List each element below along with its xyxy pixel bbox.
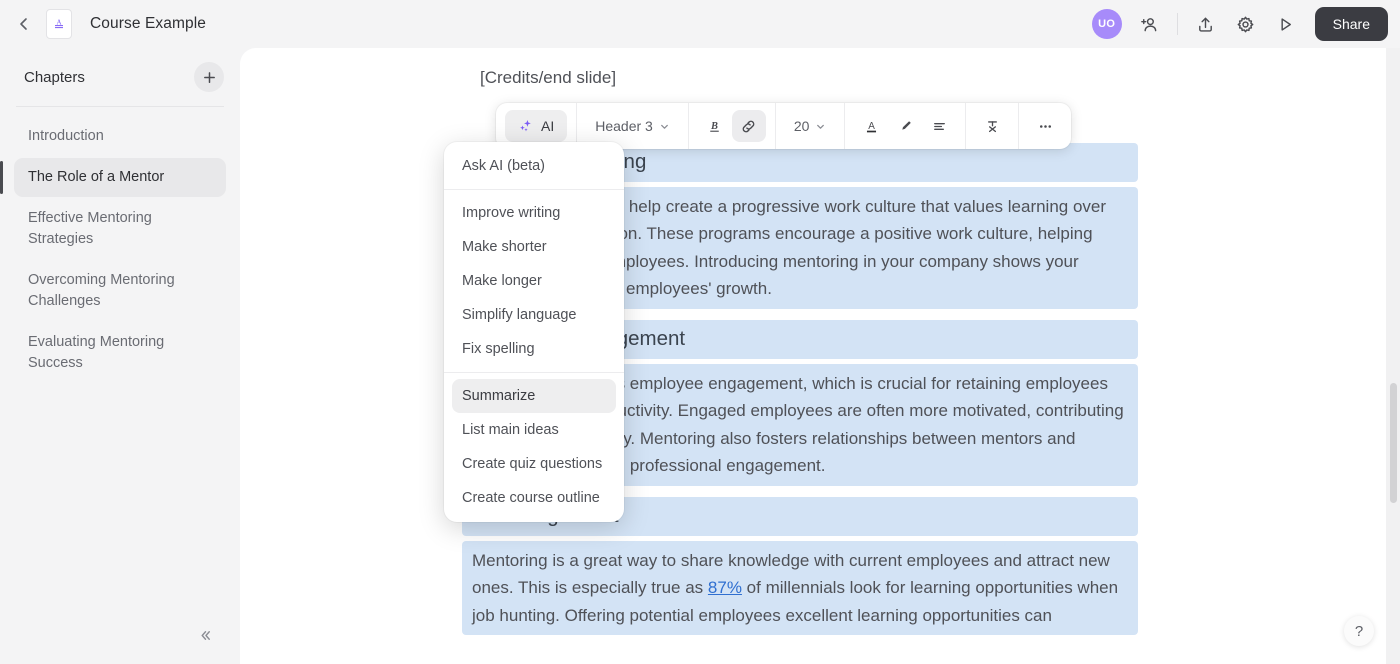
- svg-text:A: A: [868, 120, 875, 131]
- block-style-dropdown[interactable]: Header 3: [586, 110, 679, 142]
- ai-menu-item-create-quiz-questions[interactable]: Create quiz questions: [452, 447, 616, 481]
- settings-button[interactable]: [1229, 7, 1263, 41]
- sidebar-header: Chapters: [0, 48, 240, 102]
- text-color-button[interactable]: A: [854, 110, 888, 142]
- link-button[interactable]: [731, 110, 766, 142]
- gear-icon: [1236, 15, 1255, 34]
- sidebar-item-effective-mentoring-strategies[interactable]: Effective Mentoring Strategies: [14, 199, 226, 259]
- ai-menu-item-summarize[interactable]: Summarize: [452, 379, 616, 413]
- sidebar-title: Chapters: [24, 68, 85, 86]
- avatar[interactable]: UO: [1091, 9, 1122, 39]
- text-color-icon: A: [863, 118, 880, 135]
- sidebar-item-the-role-of-a-mentor[interactable]: The Role of a Mentor: [0, 158, 226, 198]
- chapter-list: Introduction The Role of a Mentor Effect…: [0, 113, 240, 389]
- document-scroll-area: [Credits/end slide] Culture of Learning …: [240, 48, 1400, 664]
- collapse-sidebar-button[interactable]: [190, 620, 220, 650]
- sidebar-item-overcoming-mentoring-challenges[interactable]: Overcoming Mentoring Challenges: [14, 261, 226, 321]
- document-title: Course Example: [90, 15, 206, 32]
- back-button[interactable]: [10, 10, 38, 38]
- credits-line: [Credits/end slide]: [480, 68, 617, 87]
- sidebar: Chapters Introduction The Role of a Ment…: [0, 48, 240, 664]
- export-button[interactable]: [1189, 7, 1223, 41]
- toolbar-divider: [1176, 13, 1178, 35]
- align-left-icon: [931, 118, 948, 135]
- clear-formatting-icon: [984, 118, 1001, 135]
- more-options-icon: [1037, 118, 1054, 135]
- ai-menu-separator: [444, 189, 624, 190]
- paragraph-attracting-talent[interactable]: Mentoring is a great way to share knowle…: [462, 540, 1138, 636]
- play-icon: [1276, 15, 1295, 34]
- sidebar-item-evaluating-mentoring-success[interactable]: Evaluating Mentoring Success: [14, 323, 226, 383]
- add-person-icon: [1139, 15, 1158, 34]
- chevron-left-icon: [16, 16, 32, 32]
- sidebar-item-introduction[interactable]: Introduction: [14, 117, 226, 156]
- ai-button-label: AI: [541, 118, 555, 134]
- sidebar-divider: [16, 106, 224, 107]
- bold-icon: B: [706, 118, 723, 135]
- top-bar-actions: UO Share: [1091, 7, 1388, 41]
- highlighter-pen-icon: [897, 118, 914, 135]
- font-size-value: 20: [793, 118, 810, 134]
- toolbar-group-format: B: [687, 103, 775, 149]
- scrollbar-track[interactable]: [1386, 48, 1400, 664]
- add-chapter-button[interactable]: [194, 62, 224, 92]
- highlighter-button[interactable]: [888, 110, 922, 142]
- more-options-button[interactable]: [1028, 110, 1062, 142]
- toolbar-group-styling: A: [844, 103, 965, 149]
- toolbar-group-font-size: 20: [774, 103, 845, 149]
- block-style-value: Header 3: [595, 118, 653, 134]
- statistic-link[interactable]: 87%: [708, 578, 742, 597]
- editor-panel: [Credits/end slide] Culture of Learning …: [240, 48, 1400, 664]
- ai-menu-separator-2: [444, 372, 624, 373]
- chevron-down-icon: [815, 121, 826, 132]
- share-upload-icon: [1196, 15, 1215, 34]
- ai-menu-item-fix-spelling[interactable]: Fix spelling: [452, 332, 616, 366]
- help-button[interactable]: ?: [1344, 616, 1374, 646]
- ai-menu-item-list-main-ideas[interactable]: List main ideas: [452, 413, 616, 447]
- double-chevron-left-icon: [198, 628, 213, 643]
- ai-menu-item-ask-ai[interactable]: Ask AI (beta): [452, 149, 616, 183]
- share-button[interactable]: Share: [1314, 7, 1388, 41]
- ai-menu-item-make-longer[interactable]: Make longer: [452, 264, 616, 298]
- scrollbar-thumb[interactable]: [1390, 383, 1397, 503]
- chevron-down-icon: [659, 121, 670, 132]
- ai-menu-item-improve-writing[interactable]: Improve writing: [452, 196, 616, 230]
- bold-button[interactable]: B: [698, 110, 732, 142]
- preview-button[interactable]: [1269, 7, 1303, 41]
- app-root: A Course Example UO Share Chapters Intro…: [0, 0, 1400, 664]
- plus-icon: [202, 70, 217, 85]
- sparkles-icon: [518, 118, 534, 134]
- svg-text:B: B: [710, 120, 718, 131]
- font-size-dropdown[interactable]: 20: [785, 110, 836, 142]
- add-collaborator-button[interactable]: [1132, 7, 1166, 41]
- ai-button[interactable]: AI: [505, 110, 568, 142]
- align-button[interactable]: [922, 110, 956, 142]
- toolbar-group-clear: [965, 103, 1018, 149]
- ai-dropdown-menu: Ask AI (beta) Improve writing Make short…: [444, 142, 624, 522]
- link-icon: [740, 118, 757, 135]
- clear-formatting-button[interactable]: [975, 110, 1009, 142]
- top-bar: A Course Example UO Share: [0, 0, 1400, 48]
- ai-menu-item-simplify-language[interactable]: Simplify language: [452, 298, 616, 332]
- ai-menu-item-make-shorter[interactable]: Make shorter: [452, 230, 616, 264]
- document-icon: A: [46, 9, 72, 39]
- toolbar-group-more: [1018, 103, 1071, 149]
- ai-menu-item-create-course-outline[interactable]: Create course outline: [452, 481, 616, 515]
